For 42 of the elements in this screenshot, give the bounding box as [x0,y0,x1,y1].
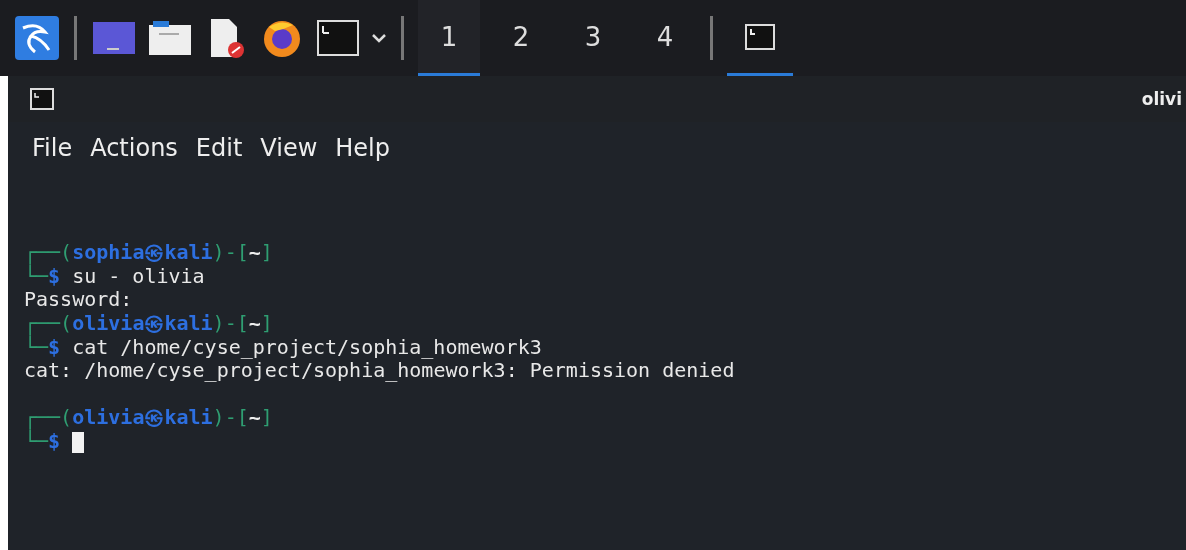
prompt-frame: ] [260,406,273,430]
prompt-user-host: sophia㉿kali [72,241,213,265]
prompt-directory: ~ [248,406,261,430]
prompt-frame: )-[ [212,406,249,430]
prompt-symbol: $ [48,264,61,289]
menu-item[interactable]: Help [329,132,396,164]
prompt-user-host: olivia㉿kali [72,406,213,430]
output-text: Password: [24,288,133,312]
prompt-symbol: $ [48,335,61,360]
prompt-frame: )-[ [212,311,249,336]
folder-icon[interactable] [149,21,191,55]
dragon-logo-icon[interactable] [15,16,59,60]
prompt-frame: ] [260,311,273,336]
workspace-tab[interactable]: 1 [418,0,480,76]
prompt-frame: └─ [24,264,49,289]
prompt-frame: ] [260,241,273,265]
terminal-icon [745,23,775,50]
terminal-icon[interactable] [317,20,359,56]
prompt-symbol: $ [48,429,61,454]
cursor-block [72,431,85,453]
prompt-frame: └─ [24,335,49,360]
command-text: cat /home/cyse_project/sophia_homework3 [72,335,542,360]
workspace-tab[interactable]: 3 [562,0,624,76]
menu-item[interactable]: File [26,132,79,164]
prompt-frame: )-[ [212,241,249,265]
command-text: su - olivia [72,264,205,289]
workspace-tab[interactable]: 4 [634,0,696,76]
prompt-frame: └─ [24,429,49,454]
prompt-user-host: olivia㉿kali [72,311,213,336]
window-title: olivi [1141,89,1183,109]
prompt-frame: ┌──( [24,406,73,430]
menu-item[interactable]: View [254,132,324,164]
terminal-icon [30,88,54,110]
menu-item[interactable]: Actions [84,132,184,164]
output-text: cat: /home/cyse_project/sophia_homework3: Permission denied [24,359,735,383]
prompt-frame: ┌──( [24,311,73,336]
workspace-tab[interactable]: 2 [490,0,552,76]
chevron-down-icon[interactable] [371,33,387,43]
menu-item[interactable]: Edit [189,132,249,164]
prompt-directory: ~ [248,241,261,265]
prompt-frame: ┌──( [24,241,73,265]
prompt-directory: ~ [248,311,261,336]
